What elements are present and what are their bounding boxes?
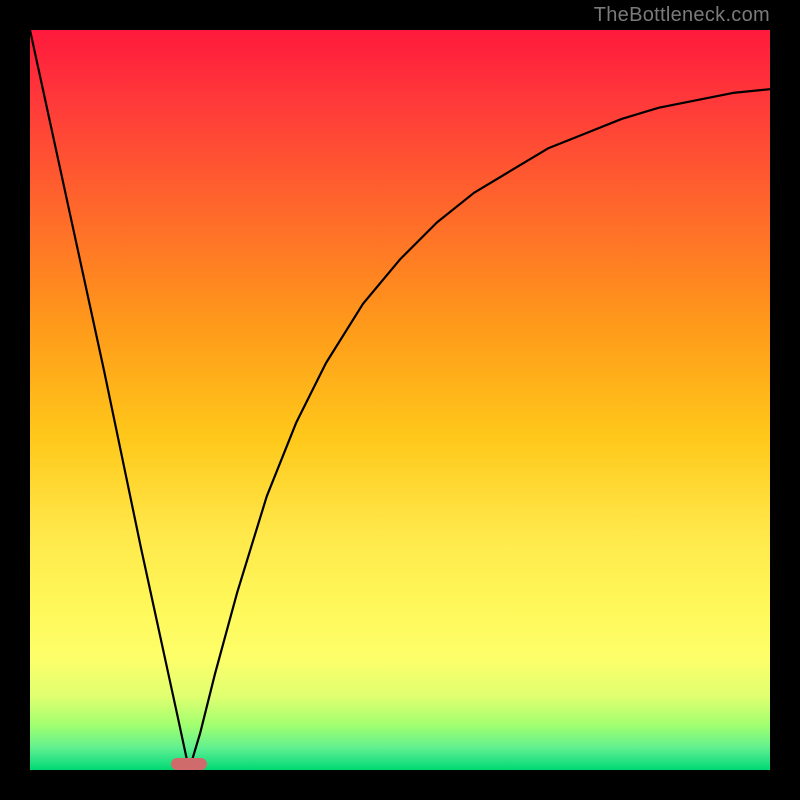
bottleneck-curve [30,30,770,770]
watermark-text: TheBottleneck.com [594,4,770,27]
optimal-marker [171,758,207,770]
chart-frame: TheBottleneck.com [0,0,800,800]
